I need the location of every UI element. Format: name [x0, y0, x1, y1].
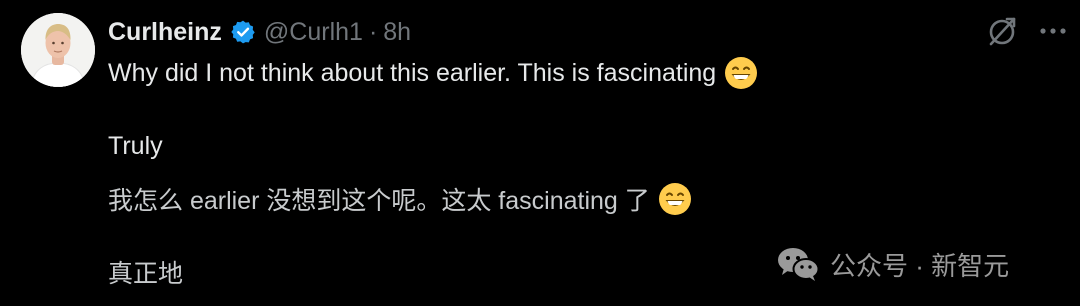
post-text-line-1: Why did I not think about this earlier. …: [108, 55, 758, 91]
post-text-translation: 我怎么 earlier 没想到这个呢。这太 fascinating 了: [108, 187, 650, 215]
watermark-text: 公众号 · 新智元: [830, 250, 1010, 281]
post-timestamp[interactable]: 8h: [383, 18, 411, 47]
separator-dot: ·: [368, 17, 378, 46]
post-text: Why did I not think about this earlier. …: [108, 58, 717, 87]
post-text: Truly: [108, 131, 163, 160]
post-text-line-3: 我怎么 earlier 没想到这个呢。这太 fascinating 了: [108, 180, 692, 218]
wechat-watermark: 公众号 · 新智元: [776, 244, 1009, 284]
post-text-translation: 真正地: [108, 260, 184, 288]
more-horizontal-icon[interactable]: [1038, 24, 1068, 38]
user-handle[interactable]: @Curlh1: [264, 18, 363, 47]
display-name[interactable]: Curlheinz: [108, 18, 222, 47]
grinning-face-emoji-icon: [724, 56, 758, 90]
post-text-line-2: Truly: [108, 128, 163, 164]
wechat-icon: [776, 246, 820, 282]
grok-icon[interactable]: [985, 14, 1019, 48]
avatar[interactable]: [21, 13, 95, 87]
grinning-face-emoji-icon: [658, 182, 692, 216]
tweet-header: Curlheinz @Curlh1 · 8h: [108, 15, 411, 49]
verified-badge-icon: [230, 19, 256, 45]
post-text-line-4: 真正地: [108, 253, 183, 291]
